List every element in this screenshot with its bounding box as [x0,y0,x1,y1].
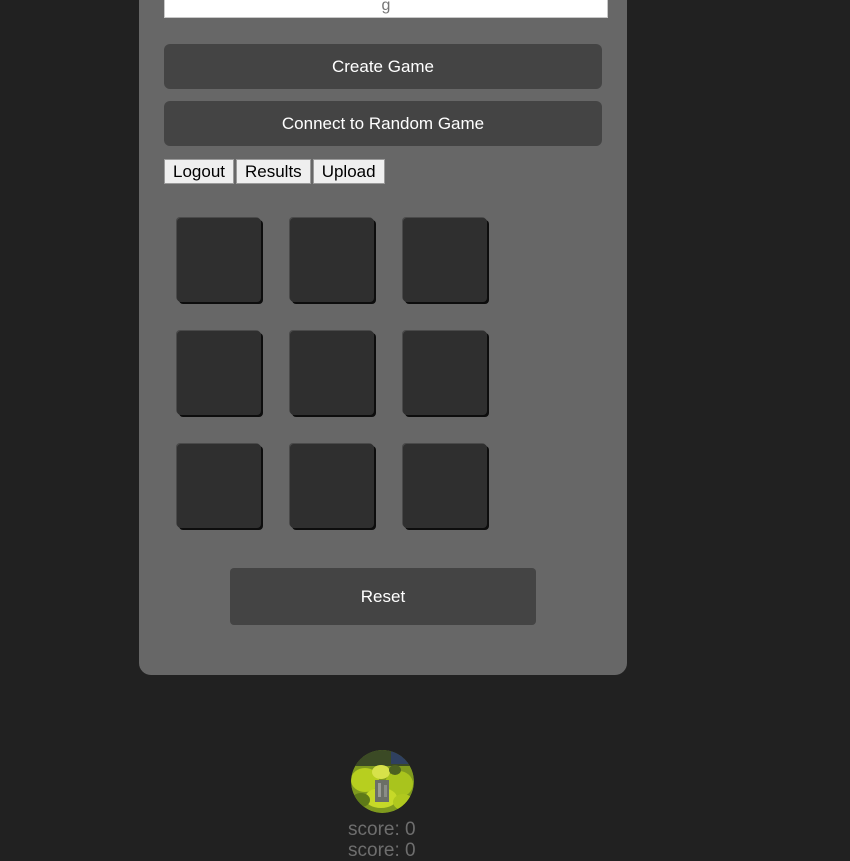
create-game-button[interactable]: Create Game [164,44,602,89]
player-score: score: 0 [348,819,416,840]
board-cell-5[interactable] [290,331,374,415]
board-cell-3[interactable] [403,218,487,302]
avatar-image-icon [351,750,414,813]
board-cell-7[interactable] [177,444,261,528]
upload-button[interactable]: Upload [312,159,385,184]
board-cell-2[interactable] [290,218,374,302]
reset-button[interactable]: Reset [230,568,536,625]
opponent-score: score: 0 [348,840,416,861]
name-input[interactable] [164,0,608,18]
board-cell-1[interactable] [177,218,261,302]
board-cell-9[interactable] [403,444,487,528]
logout-button[interactable]: Logout [164,159,234,184]
board-cell-4[interactable] [177,331,261,415]
game-board [177,218,490,531]
nav-buttons: Logout Results Upload [164,159,387,184]
connect-random-game-button[interactable]: Connect to Random Game [164,101,602,146]
board-cell-6[interactable] [403,331,487,415]
player-avatar [351,750,414,813]
results-button[interactable]: Results [236,159,311,184]
board-cell-8[interactable] [290,444,374,528]
